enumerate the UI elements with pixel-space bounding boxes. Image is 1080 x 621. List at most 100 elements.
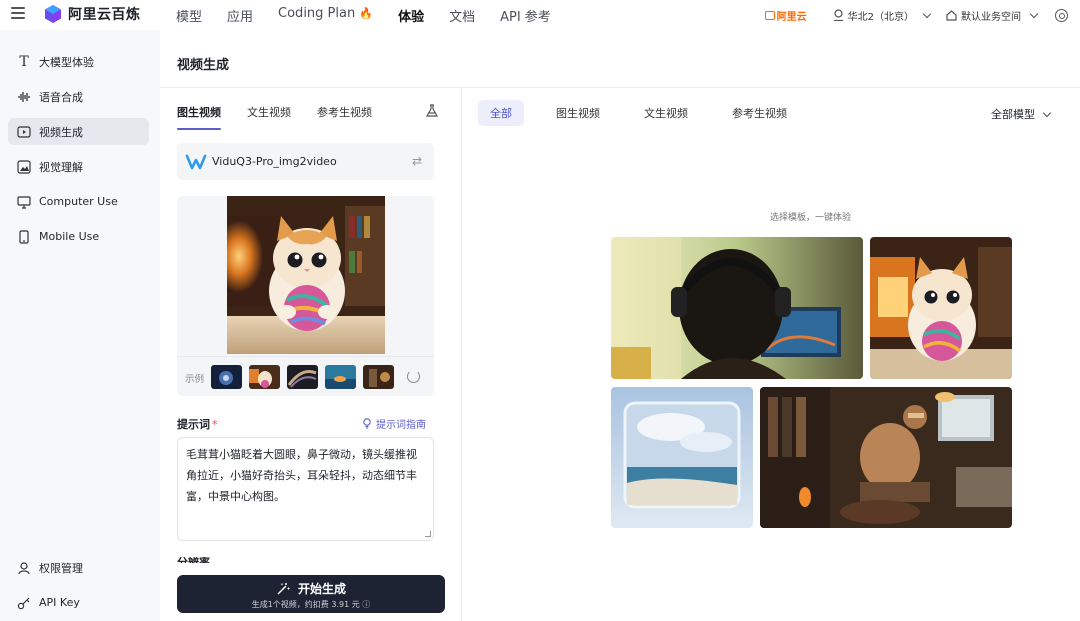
template-card[interactable] xyxy=(760,387,1012,528)
sidebar-item-label: API Key xyxy=(39,596,80,609)
template-card[interactable] xyxy=(870,237,1012,379)
sidebar-item-label: 权限管理 xyxy=(39,561,83,575)
chevron-down-icon xyxy=(1042,108,1052,117)
generate-cost-text: 生成1个视频，约扣费 3.91 元 xyxy=(251,600,360,609)
aliyun-link[interactable]: 阿里云 xyxy=(764,8,807,23)
tab-text-to-video[interactable]: 文生视频 xyxy=(632,100,700,126)
page-title: 视频生成 xyxy=(177,58,230,73)
nav-apps[interactable]: 应用 xyxy=(227,6,253,25)
workspace-label: 默认业务空间 xyxy=(961,11,1021,23)
template-tabs: 全部 图生视频 文生视频 参考生视频 xyxy=(478,100,819,126)
brand-logo-icon xyxy=(45,5,61,23)
tab-image-to-video[interactable]: 图生视频 xyxy=(544,100,612,126)
nav-models[interactable]: 模型 xyxy=(176,6,202,25)
example-thumbnail[interactable] xyxy=(211,365,242,389)
model-selector[interactable]: ViduQ3-Pro_img2video ⇄ xyxy=(177,143,434,180)
aliyun-label: 阿里云 xyxy=(776,11,807,23)
resize-handle[interactable] xyxy=(425,531,431,537)
template-card[interactable] xyxy=(611,237,863,379)
sidebar-item-video[interactable]: 视频生成 xyxy=(8,118,149,145)
model-name: ViduQ3-Pro_img2video xyxy=(212,155,337,168)
brand-name: 阿里云百炼 xyxy=(68,7,141,23)
generate-cost: 生成1个视频，约扣费 3.91 元 ⓘ xyxy=(177,599,445,610)
chevron-down-icon xyxy=(922,9,932,18)
nav-coding-plan-label: Coding Plan xyxy=(278,6,356,21)
chevron-down-icon xyxy=(1029,9,1039,18)
text-icon: T xyxy=(19,53,29,70)
panel-divider xyxy=(461,88,462,621)
user-icon xyxy=(18,561,30,574)
monitor-icon xyxy=(17,195,31,209)
sidebar-item-llm[interactable]: T 大模型体验 xyxy=(8,48,149,75)
example-thumbnail[interactable] xyxy=(363,365,394,389)
magic-wand-icon xyxy=(277,582,290,595)
lightbulb-icon xyxy=(363,418,371,429)
sidebar-item-vision[interactable]: 视觉理解 xyxy=(8,153,149,180)
required-mark: * xyxy=(212,418,218,431)
generate-button[interactable]: 开始生成 生成1个视频，约扣费 3.91 元 ⓘ xyxy=(177,575,445,613)
example-thumbnail[interactable] xyxy=(287,365,318,389)
workspace-selector[interactable]: 默认业务空间 xyxy=(946,8,1039,23)
waveform-icon xyxy=(18,91,30,102)
sidebar-item-mobile-use[interactable]: Mobile Use xyxy=(8,223,149,250)
sidebar-item-label: Mobile Use xyxy=(39,230,100,243)
nav-docs[interactable]: 文档 xyxy=(449,6,475,25)
top-right-tools: 阿里云 华北2（北京） 默认业务空间 xyxy=(764,6,1080,24)
location-icon xyxy=(833,9,843,21)
example-thumbnail[interactable] xyxy=(325,365,356,389)
nav-coding-plan[interactable]: Coding Plan 🔥 xyxy=(278,6,373,25)
examples-row: 示例 xyxy=(177,356,434,396)
nav-experience[interactable]: 体验 xyxy=(398,6,424,25)
resolution-label: 分辨率 xyxy=(177,557,210,563)
sidebar: T 大模型体验 语音合成 视频生成 视觉理解 Computer Use Mobi… xyxy=(0,30,160,621)
sidebar-item-label: 语音合成 xyxy=(39,90,83,104)
swap-icon[interactable]: ⇄ xyxy=(412,154,422,168)
generation-tabs: 图生视频 文生视频 参考生视频 xyxy=(177,104,398,130)
model-filter-dropdown[interactable]: 全部模型 xyxy=(991,106,1052,122)
tab-text-to-video[interactable]: 文生视频 xyxy=(247,104,291,128)
header-divider xyxy=(160,87,1080,88)
sidebar-item-label: 视频生成 xyxy=(39,125,83,139)
uploaded-image xyxy=(227,196,385,354)
generate-label: 开始生成 xyxy=(297,582,346,596)
sidebar-item-api-key[interactable]: API Key xyxy=(8,589,149,616)
image-icon xyxy=(17,159,31,174)
tab-all[interactable]: 全部 xyxy=(478,100,524,126)
nav-api-reference[interactable]: API 参考 xyxy=(500,6,551,25)
prompt-label-text: 提示词 xyxy=(177,418,210,431)
prompt-guide-link[interactable]: 提示词指南 xyxy=(362,416,426,431)
sidebar-item-computer-use[interactable]: Computer Use xyxy=(8,188,149,215)
flask-icon[interactable] xyxy=(425,104,439,118)
region-selector[interactable]: 华北2（北京） xyxy=(833,8,932,23)
model-filter-label: 全部模型 xyxy=(991,108,1035,121)
brand-logo[interactable]: 阿里云百炼 xyxy=(44,4,141,24)
fire-icon: 🔥 xyxy=(359,7,374,20)
phone-icon xyxy=(19,229,29,244)
top-bar: 阿里云百炼 模型 应用 Coding Plan 🔥 体验 文档 API 参考 阿… xyxy=(0,0,1080,30)
vidu-logo-icon xyxy=(185,154,207,169)
tab-image-to-video[interactable]: 图生视频 xyxy=(177,104,221,130)
prompt-textarea[interactable]: 毛茸茸小猫眨着大圆眼，鼻子微动，镜头缓推视角拉近，小猫好奇抬头，耳朵轻抖，动态细… xyxy=(177,437,434,541)
prompt-guide-label: 提示词指南 xyxy=(376,420,426,431)
tab-reference-to-video[interactable]: 参考生视频 xyxy=(317,104,372,128)
template-hint: 选择模板，一键体验 xyxy=(770,213,852,223)
sidebar-item-label: Computer Use xyxy=(39,195,118,208)
sidebar-item-label: 视觉理解 xyxy=(39,160,83,174)
aliyun-logo-icon xyxy=(764,10,775,20)
gear-icon[interactable] xyxy=(1055,8,1068,22)
tab-reference-to-video[interactable]: 参考生视频 xyxy=(720,100,799,126)
example-thumbnail[interactable] xyxy=(249,365,280,389)
prompt-label: 提示词 * xyxy=(177,416,218,432)
sidebar-item-label: 大模型体验 xyxy=(39,55,94,69)
refresh-icon[interactable] xyxy=(407,370,420,383)
template-card[interactable] xyxy=(611,387,753,528)
key-icon xyxy=(17,597,30,609)
menu-icon[interactable] xyxy=(11,7,25,19)
main-nav: 模型 应用 Coding Plan 🔥 体验 文档 API 参考 xyxy=(176,6,576,25)
home-icon xyxy=(946,9,957,21)
sidebar-item-permissions[interactable]: 权限管理 xyxy=(8,554,149,581)
video-icon xyxy=(17,125,31,138)
sidebar-item-tts[interactable]: 语音合成 xyxy=(8,83,149,110)
image-upload-area[interactable]: 示例 xyxy=(177,196,434,396)
examples-label: 示例 xyxy=(185,374,205,385)
